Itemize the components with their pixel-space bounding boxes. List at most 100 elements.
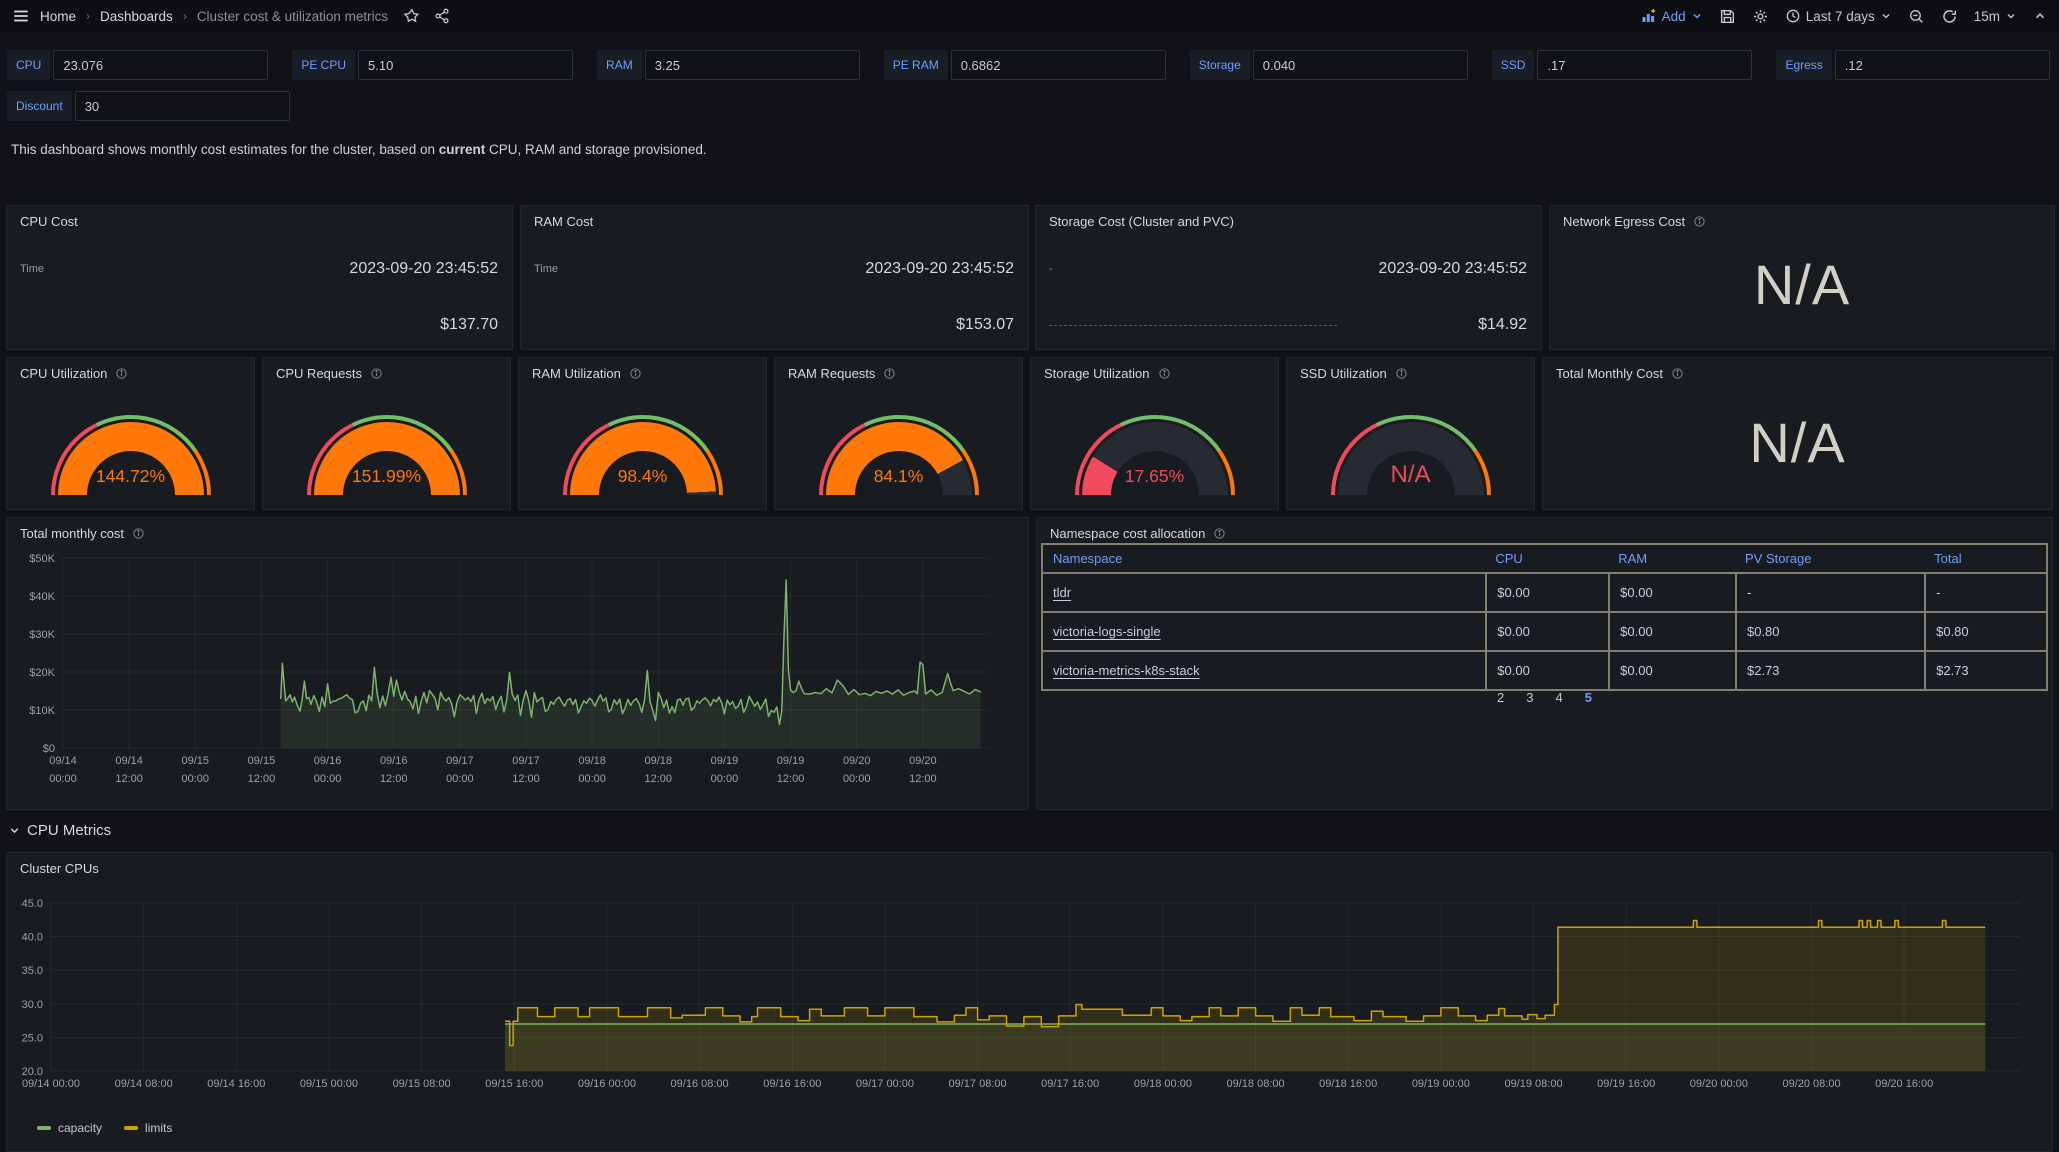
- table-cell: $0.00: [1608, 613, 1735, 650]
- table-header-row: NamespaceCPURAMPV StorageTotal: [1043, 543, 2046, 574]
- stat-row: Time2023-09-20 23:45:52: [20, 260, 498, 278]
- cluster-cpus-chart[interactable]: 20.025.030.035.040.045.009/14 00:0009/14…: [15, 853, 2046, 1104]
- svg-text:09/14: 09/14: [49, 755, 77, 767]
- navbar: Home › Dashboards › Cluster cost & utili…: [0, 0, 2059, 32]
- panel-title[interactable]: SSD Utilization: [1300, 366, 1408, 381]
- panel-total-monthly-cost: Total Monthly Cost N/A: [1542, 357, 2053, 510]
- page-button-2[interactable]: 2: [1497, 690, 1504, 705]
- gauge: 151.99%: [307, 415, 467, 495]
- svg-text:09/20 00:00: 09/20 00:00: [1690, 1078, 1748, 1090]
- star-icon[interactable]: [404, 8, 420, 24]
- refresh-interval-picker[interactable]: 15m: [1974, 9, 2017, 24]
- add-panel-button[interactable]: Add: [1641, 8, 1703, 24]
- info-icon: [629, 367, 642, 380]
- variable-input[interactable]: 30: [75, 91, 290, 121]
- panel-title-text: RAM Utilization: [532, 366, 621, 381]
- table-cell: $2.73: [1924, 652, 2046, 689]
- info-icon: [1158, 367, 1171, 380]
- table-cell: $0.00: [1485, 574, 1608, 611]
- namespace-link[interactable]: victoria-metrics-k8s-stack: [1053, 663, 1200, 678]
- collapse-topbar-icon[interactable]: [2033, 9, 2047, 23]
- stat-label: Time: [534, 263, 558, 275]
- svg-text:$20K: $20K: [29, 667, 55, 679]
- stat-label: Time: [20, 263, 44, 275]
- time-range-picker[interactable]: Last 7 days: [1785, 8, 1892, 24]
- stat-row: $153.07: [534, 316, 1014, 334]
- namespace-link[interactable]: victoria-logs-single: [1053, 624, 1161, 639]
- gauge-value: 84.1%: [819, 466, 979, 487]
- panel-title[interactable]: Network Egress Cost: [1563, 214, 1706, 229]
- svg-text:09/19 08:00: 09/19 08:00: [1504, 1078, 1562, 1090]
- variable-label: Discount: [7, 91, 72, 121]
- variable-input[interactable]: 3.25: [645, 50, 860, 80]
- section-cpu-metrics[interactable]: CPU Metrics: [8, 822, 111, 839]
- menu-toggle-icon[interactable]: [12, 7, 30, 25]
- svg-text:09/14 00:00: 09/14 00:00: [22, 1078, 80, 1090]
- column-header-namespace[interactable]: Namespace: [1043, 551, 1485, 566]
- variable-input[interactable]: 0.6862: [951, 50, 1166, 80]
- total-monthly-cost-chart[interactable]: $0$10K$20K$30K$40K$50K09/1400:0009/1412:…: [11, 524, 1026, 809]
- variable-label: PE RAM: [884, 50, 948, 80]
- svg-text:09/19: 09/19: [777, 755, 805, 767]
- panel-title-text: SSD Utilization: [1300, 366, 1387, 381]
- svg-text:12:00: 12:00: [380, 773, 408, 785]
- variable-input[interactable]: .12: [1835, 50, 2050, 80]
- svg-text:09/17: 09/17: [446, 755, 474, 767]
- column-header-cpu[interactable]: CPU: [1485, 551, 1608, 566]
- save-dashboard-icon[interactable]: [1719, 8, 1736, 25]
- zoom-out-icon[interactable]: [1908, 8, 1925, 25]
- svg-text:09/15 16:00: 09/15 16:00: [485, 1078, 543, 1090]
- gauge: N/A: [1331, 415, 1491, 495]
- panel-title[interactable]: Storage Utilization: [1044, 366, 1171, 381]
- stat-value: $14.92: [1478, 316, 1527, 334]
- panel-title[interactable]: CPU Requests: [276, 366, 383, 381]
- page-button-5[interactable]: 5: [1585, 690, 1592, 705]
- panel-title[interactable]: CPU Utilization: [20, 366, 128, 381]
- svg-text:09/18 08:00: 09/18 08:00: [1227, 1078, 1285, 1090]
- panel-title[interactable]: RAM Cost: [534, 214, 593, 229]
- dashboard-settings-icon[interactable]: [1752, 8, 1769, 25]
- variable-label: RAM: [597, 50, 642, 80]
- breadcrumb-dashboards[interactable]: Dashboards: [100, 9, 173, 24]
- panel-title[interactable]: RAM Requests: [788, 366, 896, 381]
- panel-title[interactable]: Storage Cost (Cluster and PVC): [1049, 214, 1234, 229]
- svg-text:09/16 08:00: 09/16 08:00: [671, 1078, 729, 1090]
- svg-text:09/20 16:00: 09/20 16:00: [1875, 1078, 1933, 1090]
- svg-text:09/16 16:00: 09/16 16:00: [763, 1078, 821, 1090]
- info-icon: [1693, 215, 1706, 228]
- share-icon[interactable]: [434, 8, 450, 24]
- svg-text:09/16: 09/16: [314, 755, 342, 767]
- svg-text:00:00: 00:00: [578, 773, 606, 785]
- legend-item-capacity[interactable]: capacity: [37, 1121, 102, 1135]
- breadcrumb-current: Cluster cost & utilization metrics: [197, 9, 388, 24]
- variable-input[interactable]: 23.076: [53, 50, 268, 80]
- svg-text:09/18 00:00: 09/18 00:00: [1134, 1078, 1192, 1090]
- breadcrumb-home[interactable]: Home: [40, 9, 76, 24]
- panel-title[interactable]: Namespace cost allocation: [1050, 526, 1226, 541]
- table-cell: victoria-logs-single: [1043, 613, 1485, 650]
- svg-text:09/19: 09/19: [711, 755, 739, 767]
- variable-label: SSD: [1492, 50, 1535, 80]
- variable-input[interactable]: 5.10: [358, 50, 573, 80]
- stat-label: -: [1049, 263, 1053, 275]
- panel-title[interactable]: Total Monthly Cost: [1556, 366, 1684, 381]
- column-header-pv-storage[interactable]: PV Storage: [1735, 551, 1924, 566]
- variable-input[interactable]: 0.040: [1253, 50, 1468, 80]
- variable-input[interactable]: .17: [1537, 50, 1752, 80]
- namespace-link[interactable]: tldr: [1053, 585, 1071, 600]
- gauge: 98.4%: [563, 415, 723, 495]
- panel-title[interactable]: RAM Utilization: [532, 366, 642, 381]
- info-icon: [370, 367, 383, 380]
- svg-text:00:00: 00:00: [49, 773, 77, 785]
- refresh-icon[interactable]: [1941, 8, 1958, 25]
- column-header-total[interactable]: Total: [1924, 551, 2046, 566]
- svg-text:00:00: 00:00: [446, 773, 474, 785]
- legend-item-limits[interactable]: limits: [124, 1121, 172, 1135]
- svg-text:$40K: $40K: [29, 591, 55, 603]
- page-button-4[interactable]: 4: [1556, 690, 1563, 705]
- variable-label: Egress: [1776, 50, 1831, 80]
- panel-title[interactable]: CPU Cost: [20, 214, 78, 229]
- page-button-3[interactable]: 3: [1526, 690, 1533, 705]
- column-header-ram[interactable]: RAM: [1608, 551, 1735, 566]
- table-cell: $0.00: [1608, 574, 1735, 611]
